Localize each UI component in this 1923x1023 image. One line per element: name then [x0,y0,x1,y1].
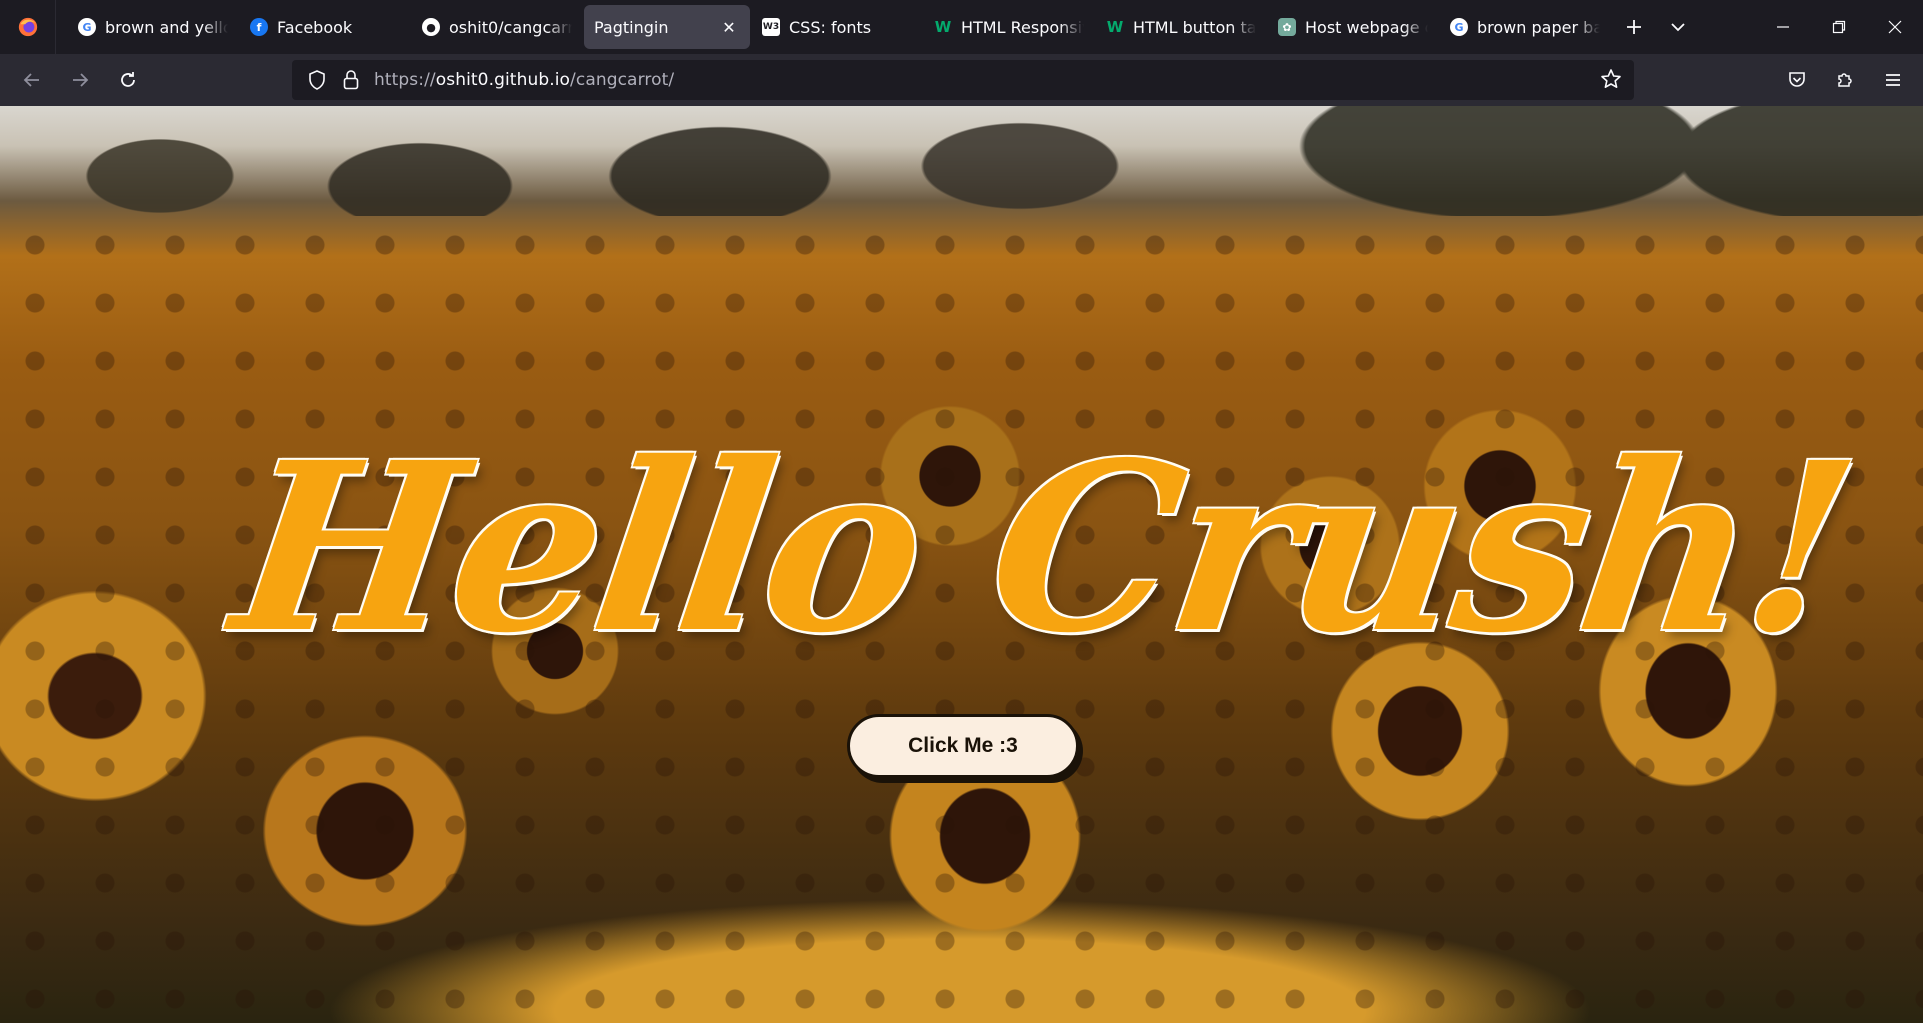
arrow-right-icon [73,73,89,87]
toolbar-right [1771,60,1915,100]
tab-facebook[interactable]: f Facebook [240,5,410,49]
hamburger-menu-icon [1886,74,1900,86]
w3-green-icon: W [934,18,952,36]
extensions-button[interactable] [1823,60,1867,100]
tab-html-button-tag[interactable]: W HTML button tag [1096,5,1266,49]
hero-section: Hello Crush! Click Me :3 [0,106,1923,1023]
address-bar[interactable]: https://oshit0.github.io/cangcarrot/ [292,60,1634,100]
restore-icon [1832,20,1846,34]
reload-button[interactable] [106,60,150,100]
tab-title: HTML button tag [1133,17,1256,37]
tab-host-webpage[interactable]: ✿ Host webpage on [1268,5,1438,49]
google-icon: G [78,18,96,36]
plus-icon [1627,20,1641,34]
tab-strip: G brown and yellow f Facebook ● oshit0/c… [0,0,1923,54]
pocket-button[interactable] [1775,60,1819,100]
close-window-button[interactable] [1867,0,1923,54]
url-text[interactable]: https://oshit0.github.io/cangcarrot/ [374,70,674,90]
arrow-left-icon [23,73,39,87]
tab-css-fonts[interactable]: W3 CSS: fonts [752,5,922,49]
url-scheme: https:// [374,70,436,90]
lock-icon[interactable] [340,69,362,91]
firefox-logo-icon[interactable] [0,0,56,54]
tab-title: CSS: fonts [789,17,872,37]
tab-title: Host webpage on [1305,17,1428,37]
restore-button[interactable] [1811,0,1867,54]
tab-title: oshit0/cangcarrot [449,17,572,37]
w3-green-icon: W [1106,18,1124,36]
bookmark-star-icon[interactable] [1600,68,1622,94]
tab-brown-paper[interactable]: G brown paper back [1440,5,1610,49]
google-icon: G [1450,18,1468,36]
pocket-icon [1789,72,1805,87]
chevron-down-icon [1671,23,1685,32]
forward-button[interactable] [58,60,102,100]
facebook-icon: f [250,18,268,36]
tab-list: G brown and yellow f Facebook ● oshit0/c… [56,0,1700,54]
github-icon: ● [422,18,440,36]
menu-button[interactable] [1871,60,1915,100]
tab-title: HTML Responsive [961,17,1084,37]
tab-title: brown and yellow [105,17,228,37]
new-tab-button[interactable] [1612,5,1656,49]
minimize-icon [1777,26,1789,28]
back-button[interactable] [10,60,54,100]
tracking-protection-shield-icon[interactable] [306,69,328,91]
window-controls [1755,0,1923,54]
url-host: oshit0.github.io [435,70,571,90]
w3schools-icon: W3 [762,18,780,36]
minimize-button[interactable] [1755,0,1811,54]
url-path: /cangcarrot/ [570,70,675,90]
tab-title: Pagtingin [594,17,669,37]
tab-github[interactable]: ● oshit0/cangcarrot [412,5,582,49]
page-viewport: Hello Crush! Click Me :3 [0,106,1923,1023]
close-icon [1888,20,1902,34]
tab-pagtingin[interactable]: Pagtingin ✕ [584,5,750,49]
navigation-toolbar: https://oshit0.github.io/cangcarrot/ [0,54,1923,106]
list-all-tabs-button[interactable] [1656,5,1700,49]
tab-title: Facebook [277,17,353,37]
close-tab-icon[interactable]: ✕ [718,16,740,38]
puzzle-icon [1838,73,1852,87]
click-me-button[interactable]: Click Me :3 [847,714,1079,778]
chatgpt-icon: ✿ [1278,18,1296,36]
hero-heading: Hello Crush! [220,411,1867,684]
tab-brown-and-yellow[interactable]: G brown and yellow [68,5,238,49]
reload-icon [121,72,135,87]
tab-title: brown paper back [1477,17,1600,37]
tab-html-responsive[interactable]: W HTML Responsive [924,5,1094,49]
